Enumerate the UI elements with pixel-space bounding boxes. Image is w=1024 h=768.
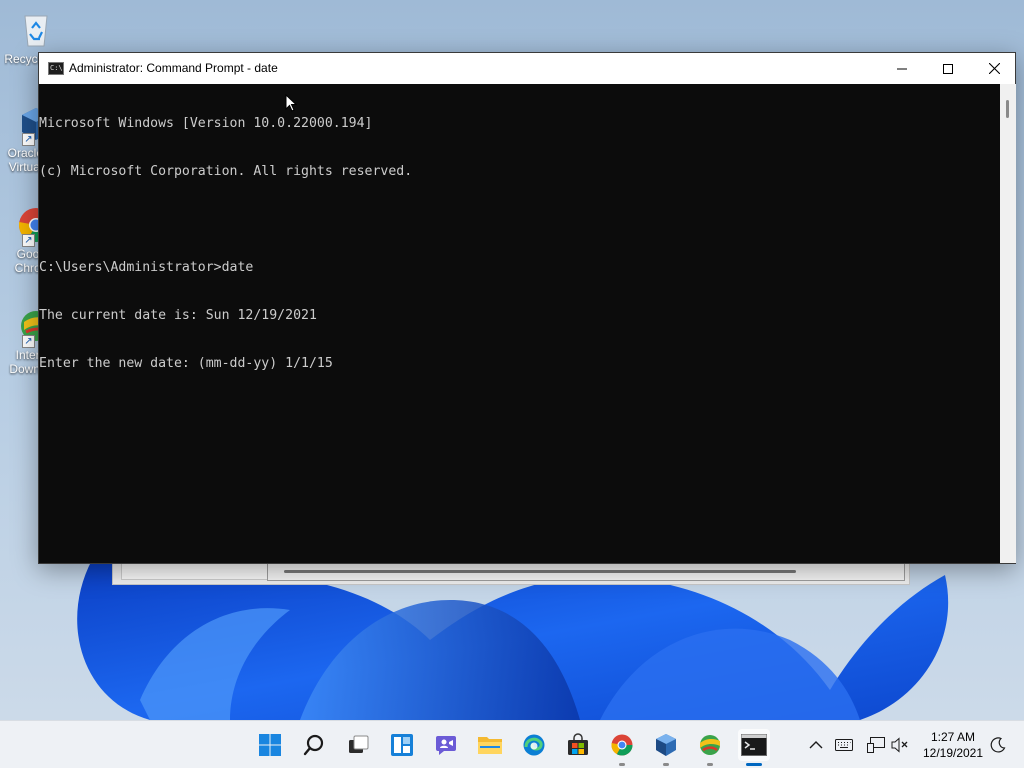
moon-icon <box>990 737 1006 753</box>
taskbar: 1:27 AM 12/19/2021 <box>0 720 1024 768</box>
horizontal-scrollbar[interactable] <box>267 563 905 581</box>
chrome-icon <box>611 734 633 756</box>
tray-overflow-button[interactable] <box>806 735 826 755</box>
background-window-pane <box>121 563 271 580</box>
window-titlebar[interactable]: C:\ Administrator: Command Prompt - date <box>39 53 1015 84</box>
clock-time: 1:27 AM <box>930 730 976 744</box>
maximize-button[interactable] <box>925 53 971 84</box>
running-indicator <box>707 763 713 766</box>
scrollbar-thumb[interactable] <box>284 570 796 573</box>
idm-icon <box>700 735 720 755</box>
taskbar-virtualbox-button[interactable] <box>650 729 682 761</box>
active-indicator <box>746 763 762 766</box>
taskbar-file-explorer-button[interactable] <box>474 729 506 761</box>
tray-keyboard-button[interactable] <box>834 735 854 755</box>
console-line: C:\Users\Administrator>date <box>39 260 254 275</box>
cmd-icon: C:\ <box>48 62 64 75</box>
folder-icon <box>478 737 502 754</box>
taskbar-idm-button[interactable] <box>694 729 726 761</box>
console-line: The current date is: Sun 12/19/2021 <box>39 308 317 323</box>
edge-icon <box>523 734 545 756</box>
console-output[interactable]: Microsoft Windows [Version 10.0.22000.19… <box>39 84 999 563</box>
running-indicator <box>619 763 625 766</box>
vertical-scrollbar[interactable] <box>1000 84 1016 563</box>
tray-network-button[interactable] <box>866 735 886 755</box>
taskbar-chrome-button[interactable] <box>606 729 638 761</box>
taskbar-widgets-button[interactable] <box>386 729 418 761</box>
minimize-icon <box>897 68 907 69</box>
recycle-bin-icon <box>16 10 56 50</box>
widgets-icon <box>391 734 413 756</box>
taskbar-task-view-button[interactable] <box>342 729 374 761</box>
taskbar-search-button[interactable] <box>298 729 330 761</box>
shortcut-arrow-icon: ↗ <box>22 234 35 247</box>
scrollbar-thumb[interactable] <box>1006 100 1009 118</box>
cmd-icon <box>741 734 767 756</box>
taskbar-command-prompt-button[interactable] <box>738 729 770 761</box>
notification-center-button[interactable] <box>988 735 1008 755</box>
taskbar-clock[interactable]: 1:27 AM 12/19/2021 <box>918 729 988 761</box>
chevron-up-icon <box>809 741 823 749</box>
keyboard-icon <box>835 739 853 751</box>
console-line: (c) Microsoft Corporation. All rights re… <box>39 164 413 179</box>
windows-start-icon <box>259 734 281 756</box>
virtualbox-icon <box>656 734 676 756</box>
close-button[interactable] <box>971 53 1017 84</box>
network-icon <box>867 737 885 753</box>
shortcut-arrow-icon: ↗ <box>22 133 35 146</box>
command-prompt-window[interactable]: C:\ Administrator: Command Prompt - date… <box>38 52 1016 564</box>
window-title: Administrator: Command Prompt - date <box>69 61 278 75</box>
taskbar-edge-button[interactable] <box>518 729 550 761</box>
running-indicator <box>663 763 669 766</box>
shortcut-arrow-icon: ↗ <box>22 335 35 348</box>
taskbar-start-button[interactable] <box>254 729 286 761</box>
search-icon <box>303 734 324 756</box>
maximize-icon <box>943 63 953 74</box>
store-icon <box>568 733 588 755</box>
taskbar-store-button[interactable] <box>562 729 594 761</box>
close-icon <box>988 63 1000 74</box>
console-line: Microsoft Windows [Version 10.0.22000.19… <box>39 116 373 131</box>
clock-date: 12/19/2021 <box>922 746 984 760</box>
mouse-pointer-icon <box>285 94 297 112</box>
chat-icon <box>436 736 456 755</box>
volume-muted-icon <box>891 737 908 753</box>
task-view-icon <box>349 735 369 753</box>
minimize-button[interactable] <box>879 53 925 84</box>
console-line: Enter the new date: (mm-dd-yy) 1/1/15 <box>39 356 333 371</box>
taskbar-chat-button[interactable] <box>430 729 462 761</box>
tray-volume-button[interactable] <box>890 735 910 755</box>
